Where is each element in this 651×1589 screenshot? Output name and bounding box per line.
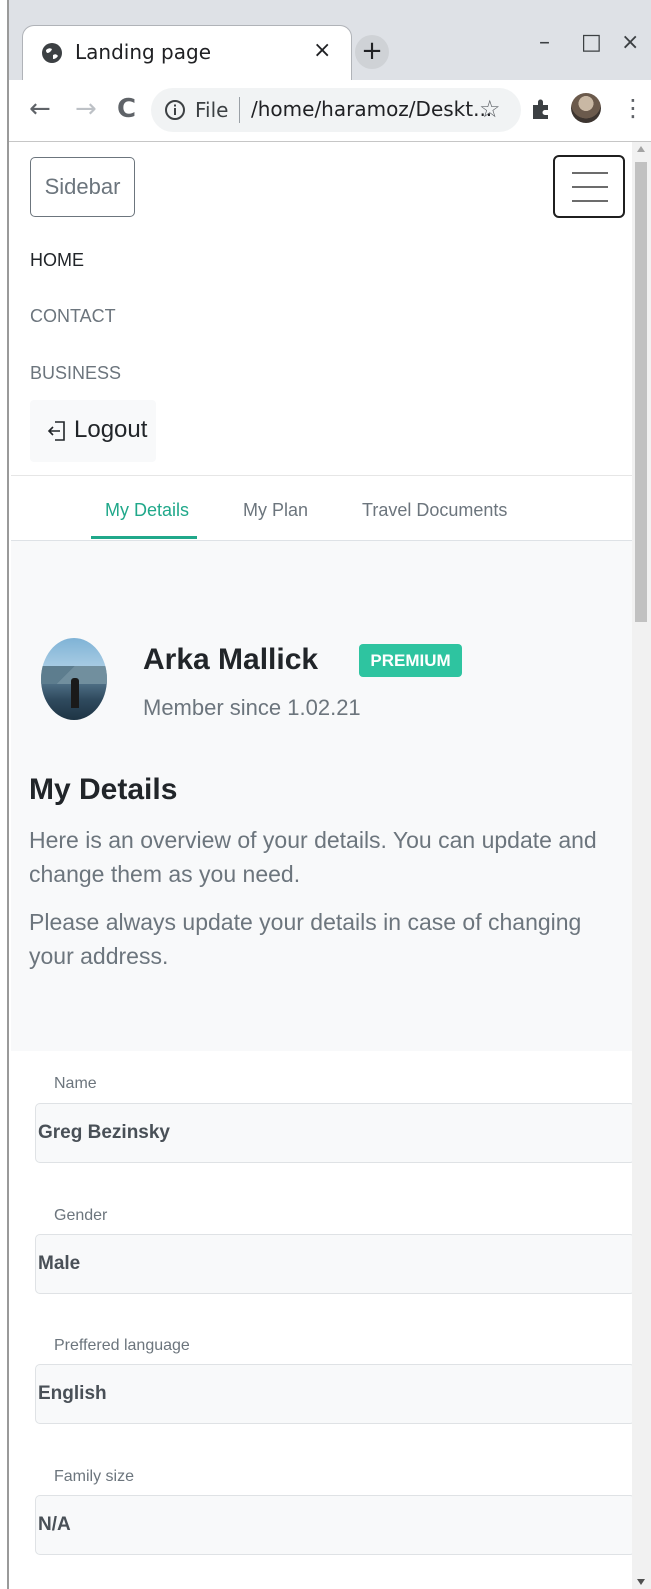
hamburger-icon bbox=[572, 186, 608, 188]
nav-link-home[interactable]: HOME bbox=[30, 250, 84, 271]
url-text[interactable]: /home/haramoz/Deskt... bbox=[251, 97, 492, 121]
details-note: Please always update your details in cas… bbox=[29, 909, 582, 969]
maximize-icon[interactable]: □ bbox=[581, 30, 602, 55]
url-scheme-label: File bbox=[195, 98, 229, 122]
gender-value: Male bbox=[38, 1253, 81, 1274]
logout-icon bbox=[47, 421, 65, 441]
family-size-value: N/A bbox=[38, 1514, 71, 1535]
hamburger-icon bbox=[572, 172, 608, 174]
title-bar: Landing page × + – □ × bbox=[9, 0, 651, 81]
scrollbar-thumb[interactable] bbox=[635, 162, 647, 622]
hamburger-icon bbox=[572, 200, 608, 202]
tab-travel-documents[interactable]: Travel Documents bbox=[362, 500, 507, 521]
avatar[interactable] bbox=[571, 93, 601, 123]
avatar bbox=[41, 638, 107, 720]
address-bar[interactable]: File /home/haramoz/Deskt... ☆ bbox=[151, 88, 521, 132]
page-title: My Details bbox=[29, 773, 178, 806]
new-tab-button[interactable]: + bbox=[355, 35, 389, 69]
user-name: Arka Mallick bbox=[143, 643, 319, 676]
tab-my-details[interactable]: My Details bbox=[105, 500, 189, 521]
sidebar-button[interactable]: Sidebar bbox=[30, 157, 135, 217]
info-icon[interactable] bbox=[163, 98, 187, 122]
browser-tab[interactable]: Landing page × bbox=[22, 25, 352, 81]
status-badge: PREMIUM bbox=[359, 644, 462, 677]
nav-link-contact[interactable]: CONTACT bbox=[30, 306, 116, 327]
logout-button[interactable]: Logout bbox=[30, 400, 156, 462]
tab-title: Landing page bbox=[75, 40, 212, 64]
member-since: Member since 1.02.21 bbox=[143, 695, 361, 720]
nav-link-business[interactable]: BUSINESS bbox=[30, 363, 121, 384]
window-close-icon[interactable]: × bbox=[621, 30, 639, 55]
family-size-field[interactable]: N/A bbox=[35, 1495, 632, 1555]
window-edge bbox=[0, 0, 9, 1589]
scroll-down-icon[interactable] bbox=[637, 1579, 645, 1585]
star-icon[interactable]: ☆ bbox=[479, 95, 501, 123]
back-icon[interactable]: ← bbox=[29, 94, 51, 124]
navbar-toggle-button[interactable] bbox=[553, 155, 625, 218]
name-value: Greg Bezinsky bbox=[38, 1122, 170, 1143]
logout-label: Logout bbox=[74, 416, 148, 443]
gender-field[interactable]: Male bbox=[35, 1234, 632, 1294]
details-form: Name Greg Bezinsky Gender Male Preffered… bbox=[11, 1051, 632, 1589]
tab-my-plan[interactable]: My Plan bbox=[243, 500, 308, 521]
details-description: Here is an overview of your details. You… bbox=[29, 827, 597, 887]
active-tab-indicator bbox=[91, 536, 197, 539]
language-field[interactable]: English bbox=[35, 1364, 632, 1424]
tab-close-icon[interactable]: × bbox=[313, 38, 331, 63]
minimize-icon[interactable]: – bbox=[539, 30, 550, 55]
scroll-up-icon[interactable] bbox=[637, 146, 645, 152]
globe-icon bbox=[42, 43, 62, 63]
profile-section: Arka Mallick PREMIUM Member since 1.02.2… bbox=[11, 541, 632, 1051]
reload-icon[interactable]: C bbox=[117, 94, 136, 124]
forward-icon[interactable]: → bbox=[75, 94, 97, 124]
language-label: Preffered language bbox=[54, 1337, 190, 1354]
browser-toolbar: ← → C File /home/haramoz/Deskt... ☆ ⋮ bbox=[9, 80, 651, 142]
language-value: English bbox=[38, 1383, 107, 1404]
family-size-label: Family size bbox=[54, 1468, 135, 1485]
puzzle-icon[interactable] bbox=[529, 97, 553, 121]
omnibox-separator bbox=[239, 97, 240, 123]
kebab-menu-icon[interactable]: ⋮ bbox=[621, 94, 645, 122]
gender-label: Gender bbox=[54, 1207, 108, 1224]
name-field[interactable]: Greg Bezinsky bbox=[35, 1103, 632, 1163]
scrollbar[interactable] bbox=[632, 142, 651, 1589]
page-viewport: Sidebar HOME CONTACT BUSINESS Logout My … bbox=[11, 142, 632, 1589]
profile-tabs: My Details My Plan Travel Documents bbox=[11, 476, 632, 541]
name-label: Name bbox=[54, 1075, 97, 1092]
avatar-person bbox=[71, 678, 79, 708]
